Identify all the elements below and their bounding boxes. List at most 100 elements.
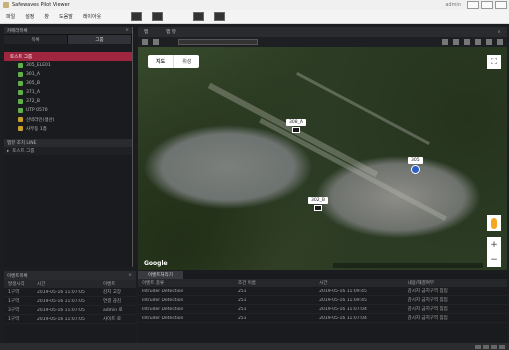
table-cell: 감지 고장 — [103, 290, 122, 295]
forward-icon[interactable] — [153, 39, 159, 45]
zoom-icon[interactable] — [464, 39, 470, 45]
map-toolbar — [138, 37, 507, 47]
menu-item-layout[interactable]: 레이아웃 — [83, 13, 101, 20]
close-icon[interactable]: × — [497, 30, 501, 35]
tree-item[interactable]: 371_A — [4, 88, 132, 97]
layout-1-icon[interactable] — [131, 12, 143, 21]
tree-item[interactable]: UTP 0570 — [4, 106, 132, 115]
column-header[interactable]: 내용/해결여부 — [404, 280, 507, 286]
tab-map-view[interactable]: 맵 뷰 — [166, 29, 176, 35]
tab-list[interactable]: 목록 — [4, 35, 68, 44]
satellite-map[interactable]: 지도 위성 ⛶ 308_A 305 302_B + − Google — [138, 47, 507, 270]
tree-item[interactable]: 372_B — [4, 97, 132, 106]
table-cell: 2019-05-16 11:09:45 — [319, 297, 367, 303]
table-cell: Intruder Detection — [142, 288, 184, 294]
snapshot-icon[interactable] — [214, 12, 226, 21]
table-row[interactable]: 1구역 2019-05-16 11:07:05 감지 고장 — [4, 288, 136, 297]
tree-item[interactable]: 305_ELE01 — [4, 61, 132, 70]
window-controls — [467, 1, 507, 9]
table-cell: 251 — [237, 288, 247, 294]
street-view-pegman-icon[interactable] — [487, 215, 501, 231]
zoom-out-button[interactable]: − — [490, 255, 498, 265]
menu-icon[interactable] — [497, 39, 503, 45]
tree-item-label: 301_A — [26, 72, 40, 77]
fullscreen-icon[interactable]: ⛶ — [487, 55, 501, 69]
column-header[interactable]: 시간 — [33, 281, 99, 287]
tree-root-label: 토스트 그룹 — [10, 54, 33, 60]
table-cell: 감시지 금지구역 침입 — [407, 316, 448, 321]
tab-map[interactable]: 맵 — [144, 29, 148, 35]
table-row[interactable]: Intruder Detection 251 2019-05-16 11:09:… — [138, 287, 507, 296]
settings-icon[interactable] — [486, 39, 492, 45]
menu-item-file[interactable]: 파일 — [6, 13, 15, 20]
camera-marker[interactable]: 305 — [408, 157, 423, 174]
column-header[interactable]: 시간 — [315, 280, 404, 286]
tree-item[interactable]: 사무동 1층 — [4, 124, 132, 133]
close-icon[interactable]: × — [128, 273, 132, 278]
table-cell: 251 — [237, 306, 247, 312]
menu-item-window[interactable]: 창 — [44, 13, 49, 20]
map-type-toggle: 지도 위성 — [148, 55, 200, 68]
tree-item[interactable]: 선박라인(생산) — [4, 115, 132, 124]
tab-group[interactable]: 그룹 — [68, 35, 132, 44]
maximize-button[interactable] — [481, 1, 493, 9]
hand-icon[interactable] — [453, 39, 459, 45]
table-cell: Intruder Detection — [142, 306, 184, 312]
table-row[interactable]: Intruder Detection 251 2019-05-16 11:07:… — [138, 305, 507, 314]
map-type-map[interactable]: 지도 — [148, 55, 175, 68]
map-attribution — [333, 263, 483, 268]
close-button[interactable] — [495, 1, 507, 9]
tab-event-handler[interactable]: 이벤트처리기 — [138, 271, 183, 279]
table-cell: 1구역 — [8, 290, 20, 295]
zoom-in-button[interactable]: + — [490, 240, 498, 250]
table-cell: 2019-05-16 11:07:05 — [37, 289, 85, 295]
app-logo-icon — [3, 2, 9, 8]
camera-icon — [410, 165, 420, 174]
menu-item-help[interactable]: 도움말 — [59, 13, 73, 20]
pen-icon[interactable] — [442, 39, 448, 45]
tree-root-item[interactable]: 토스트 그룹 — [4, 52, 132, 61]
menu-item-settings[interactable]: 설정 — [25, 13, 34, 20]
tree-item-label: 선박라인(생산) — [26, 117, 55, 123]
column-header[interactable]: 발생시각 — [4, 281, 33, 287]
layout-4-icon[interactable] — [152, 12, 164, 21]
camera-icon — [18, 81, 23, 86]
map-view-tree-item[interactable]: ▸ 토스트 그룹 — [4, 147, 132, 155]
user-label: admin — [445, 2, 461, 8]
close-icon[interactable]: × — [125, 28, 129, 33]
column-header[interactable]: 이벤트 — [99, 281, 136, 287]
table-cell: 감시지 금지구역 침입 — [407, 298, 448, 303]
camera-marker[interactable]: 308_A — [286, 119, 306, 133]
map-panel: 맵 맵 뷰 × 지도 위성 ⛶ 308_A 305 302_B + − Goog… — [138, 27, 507, 270]
table-cell: 2019-05-16 11:09:45 — [319, 288, 367, 294]
table-cell: 2019-05-16 11:07:05 — [37, 298, 85, 304]
table-cell: 1구역 — [8, 317, 20, 322]
grid-icon[interactable] — [475, 39, 481, 45]
record-icon[interactable] — [193, 12, 205, 21]
back-icon[interactable] — [142, 39, 148, 45]
map-tabs: 맵 맵 뷰 × — [138, 27, 507, 37]
table-row[interactable]: Intruder Detection 251 2019-05-16 11:07:… — [138, 314, 507, 323]
map-address-field[interactable] — [178, 39, 258, 45]
tree-item-label: 371_A — [26, 90, 40, 95]
minimize-button[interactable] — [467, 1, 479, 9]
event-tabs: 이벤트처리기 — [138, 271, 507, 279]
expand-icon[interactable]: ▸ — [7, 149, 9, 154]
column-header[interactable]: 조건 이름 — [234, 280, 315, 286]
status-icon — [475, 344, 481, 349]
table-cell: 감시지 금지구역 침입 — [407, 307, 448, 312]
tree-item[interactable]: 301_A — [4, 70, 132, 79]
column-header[interactable]: 이벤트 종류 — [138, 280, 234, 286]
camera-icon — [18, 72, 23, 77]
table-row[interactable]: 1구역 2019-05-16 11:07:05 연결 끊김 — [4, 297, 136, 306]
marker-label: 308_A — [286, 119, 306, 126]
camera-icon — [18, 90, 23, 95]
map-type-satellite[interactable]: 위성 — [174, 55, 199, 68]
table-row[interactable]: 1구역 2019-05-16 11:07:05 사이트 로 — [4, 315, 136, 324]
table-cell: Intruder Detection — [142, 315, 184, 321]
camera-marker[interactable]: 302_B — [308, 197, 328, 211]
table-row[interactable]: 3구역 2019-05-16 11:07:05 admin 로 — [4, 306, 136, 315]
camera-icon — [313, 205, 322, 211]
table-row[interactable]: Intruder Detection 251 2019-05-16 11:09:… — [138, 296, 507, 305]
tree-item[interactable]: 305_B — [4, 79, 132, 88]
